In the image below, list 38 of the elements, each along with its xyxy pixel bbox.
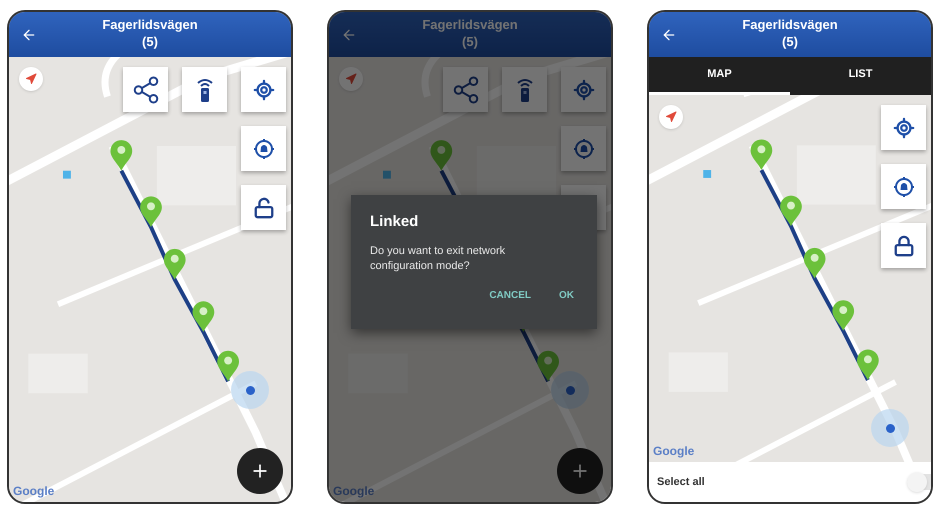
item-count: (5) [462, 33, 478, 50]
map-tool-button[interactable] [881, 223, 926, 268]
unlocked-padlock-icon [252, 196, 274, 218]
locate-icon [572, 78, 594, 100]
padlock-icon [892, 234, 914, 256]
tab[interactable]: LIST [790, 57, 931, 95]
bell-target-icon [892, 176, 914, 198]
compass-icon [665, 111, 677, 123]
map-attribution: Google [13, 483, 54, 500]
compass-icon [345, 73, 357, 85]
dialog-title: Linked [370, 212, 420, 232]
bell-target-icon [572, 138, 594, 160]
map-attribution: Google [653, 443, 694, 460]
dialog-message: Do you want to exit network configuration mode? [370, 244, 506, 274]
remote-icon [194, 76, 214, 102]
header-title: Fagerlidsvägen [102, 16, 198, 33]
map-tool-button[interactable] [881, 164, 926, 209]
map-tool-button[interactable] [241, 185, 286, 230]
dialog-button[interactable]: OK [555, 288, 578, 302]
item-count: (5) [782, 33, 798, 50]
map-tool-button[interactable] [881, 105, 926, 150]
remote-icon [514, 76, 534, 102]
dialog-button[interactable]: CANCEL [485, 288, 535, 302]
toggle-switch[interactable] [907, 474, 931, 490]
back-arrow-icon[interactable] [341, 26, 357, 42]
map-tool-button[interactable] [123, 67, 168, 112]
map-attribution: Google [333, 483, 374, 500]
bell-target-icon [252, 138, 274, 160]
map-tool-button[interactable] [182, 67, 227, 112]
locate-icon [252, 78, 274, 100]
map-tool-button[interactable] [241, 126, 286, 171]
item-count: (5) [142, 33, 158, 50]
compass-icon [25, 73, 37, 85]
map-tool-button[interactable] [241, 67, 286, 112]
header-title: Fagerlidsvägen [422, 16, 518, 33]
locate-icon [892, 116, 914, 138]
select-all-label: Select all [657, 474, 705, 490]
header-title: Fagerlidsvägen [742, 16, 838, 33]
